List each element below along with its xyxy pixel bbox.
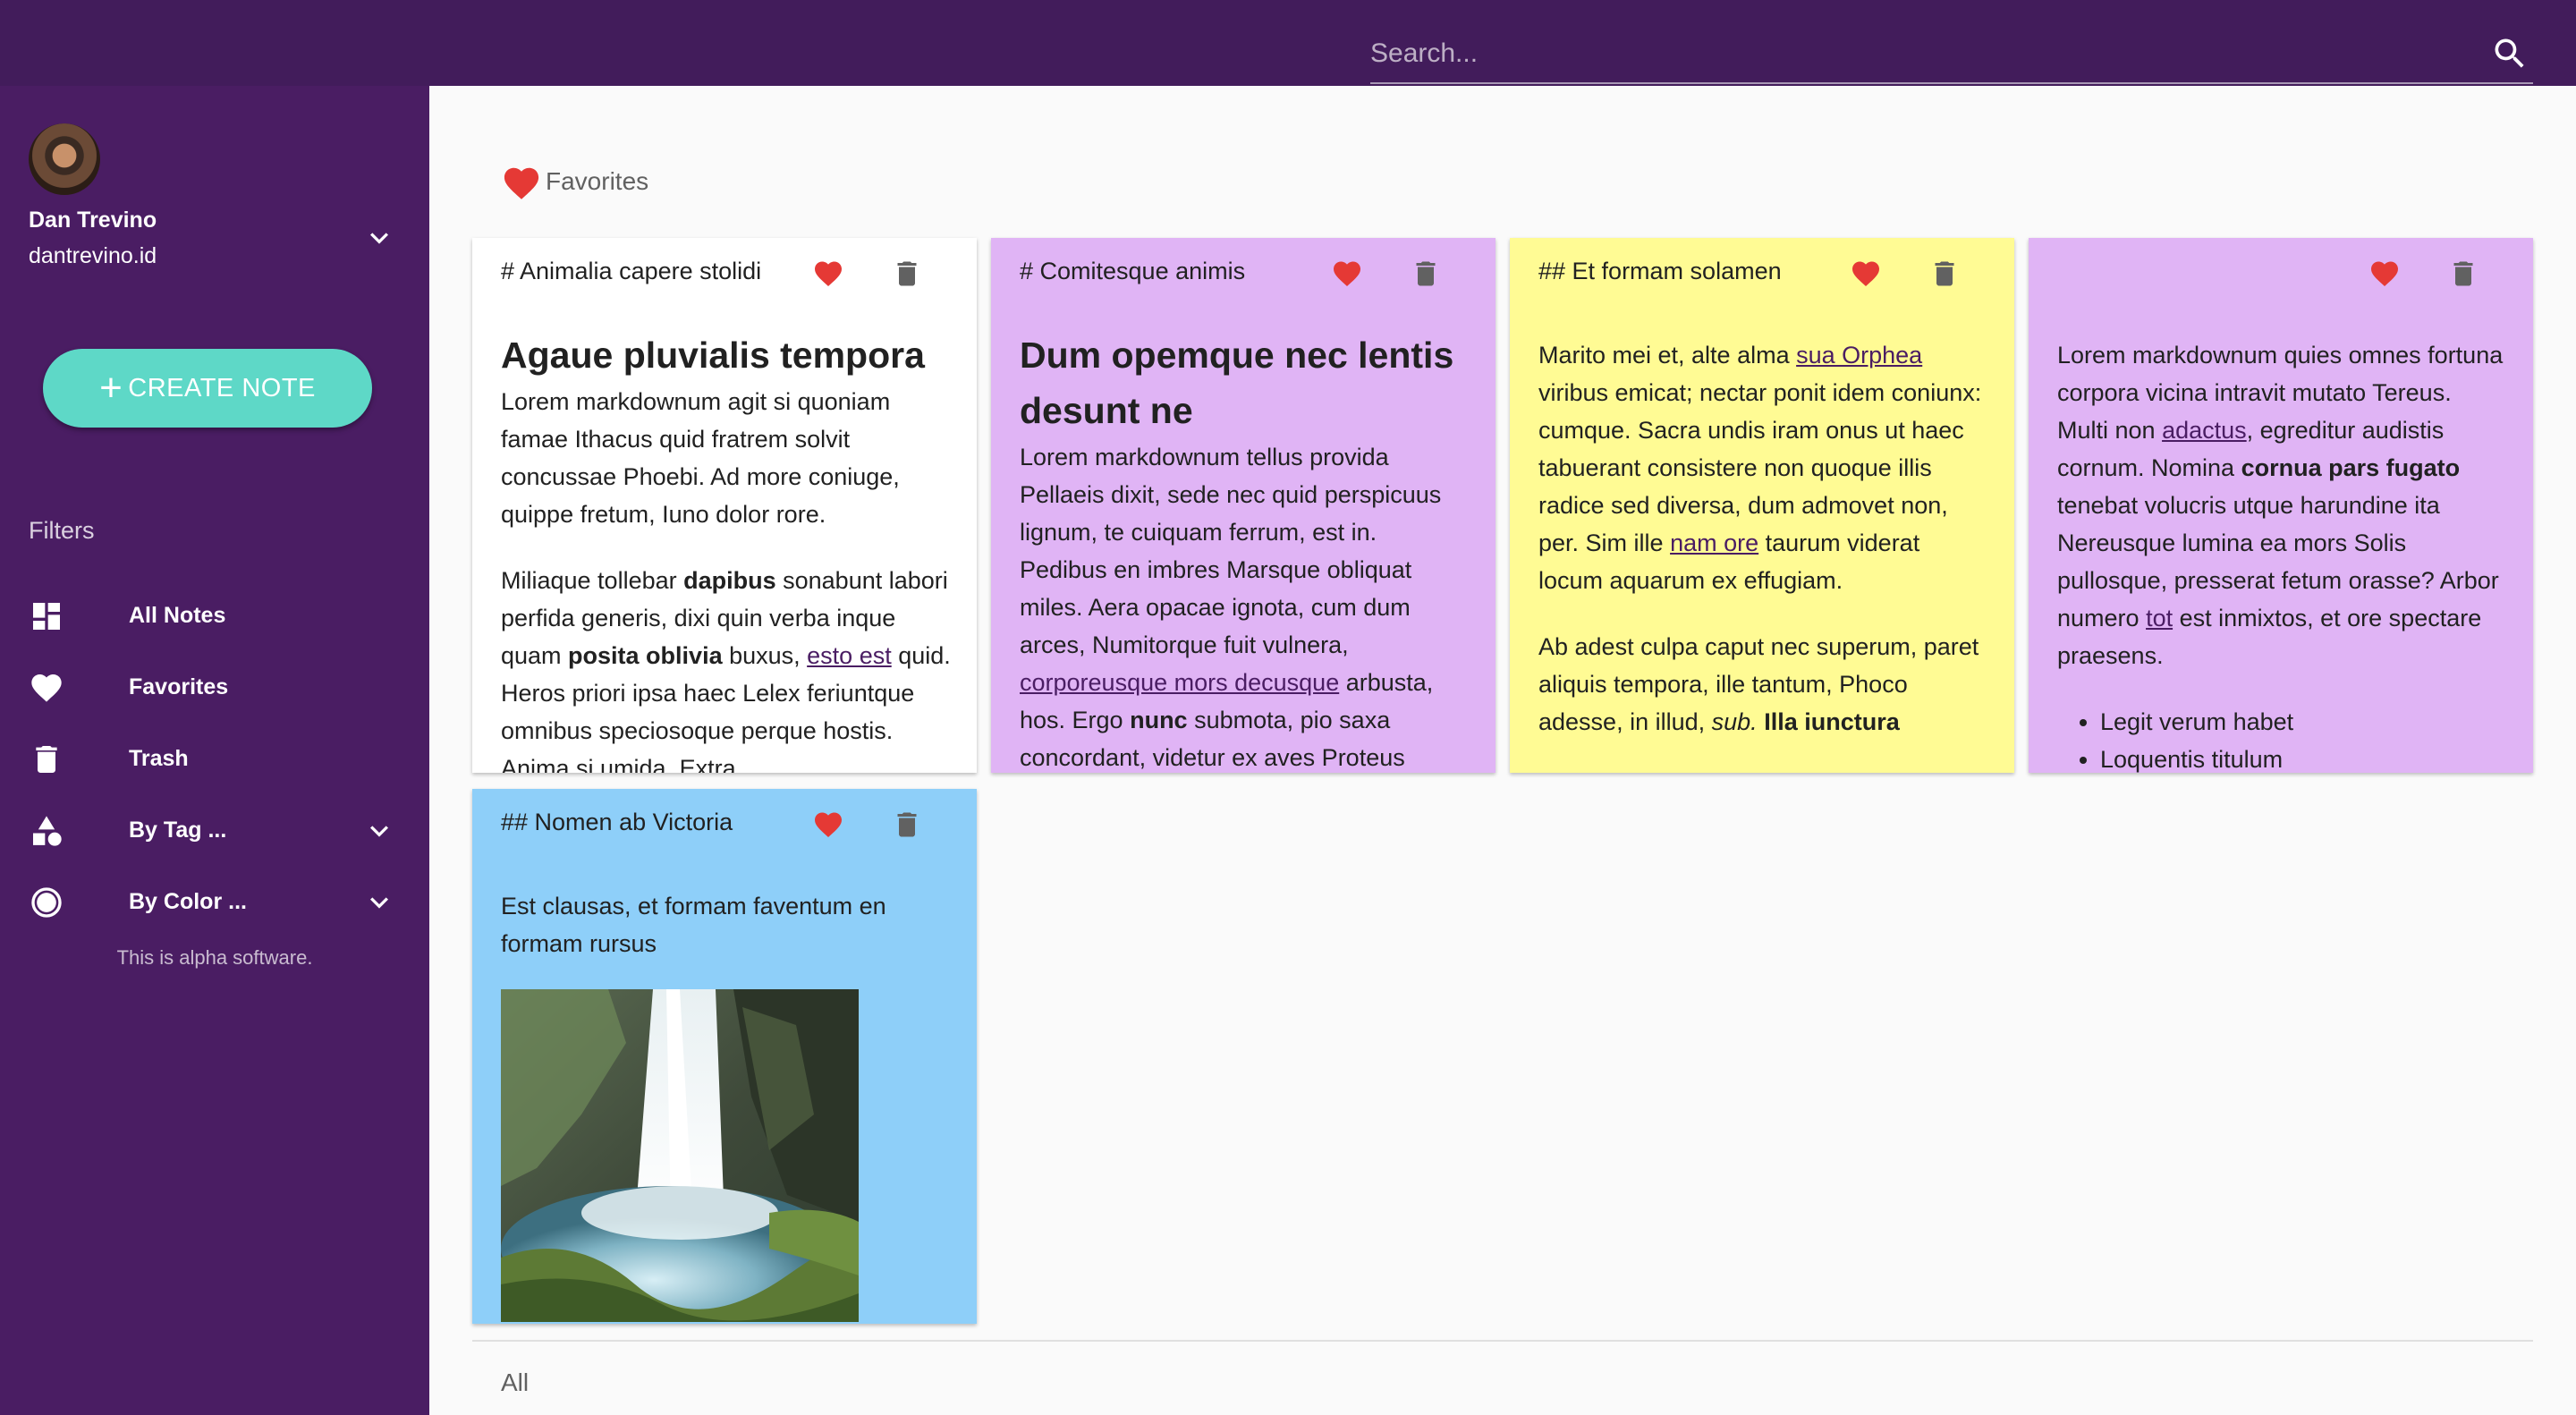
sidebar-item-label: Favorites bbox=[129, 674, 229, 699]
bold-text: nunc bbox=[1130, 707, 1188, 733]
heart-icon[interactable] bbox=[812, 258, 844, 290]
trash-icon[interactable] bbox=[891, 809, 923, 841]
chevron-down-icon[interactable] bbox=[361, 813, 397, 849]
note-body: Agaue pluvialis tempora Lorem markdownum… bbox=[501, 327, 952, 773]
search-icon[interactable] bbox=[2490, 34, 2529, 73]
bold-text: posita oblivia bbox=[568, 642, 723, 669]
note-paragraph: Est clausas, et formam faventum en forma… bbox=[501, 893, 886, 957]
note-heading: Agaue pluvialis tempora bbox=[501, 335, 925, 376]
sidebar: Dan Trevino dantrevino.id + CREATE NOTE … bbox=[0, 86, 429, 1415]
note-body: Dum opemque nec lentis desunt ne Lorem m… bbox=[1020, 327, 1470, 773]
plus-icon: + bbox=[99, 366, 123, 410]
list-item: Loquentis titulum bbox=[2100, 741, 2508, 773]
note-body: Est clausas, et formam faventum en forma… bbox=[501, 887, 952, 1324]
user-id: dantrevino.id bbox=[29, 243, 157, 268]
heart-icon[interactable] bbox=[1850, 258, 1882, 290]
text-run: Miliaque tollebar bbox=[501, 567, 684, 594]
trash-icon[interactable] bbox=[891, 258, 923, 290]
sidebar-item-favorites[interactable]: Favorites bbox=[0, 657, 429, 719]
heart-icon[interactable] bbox=[812, 809, 844, 841]
note-link[interactable]: sua Orphea bbox=[1796, 342, 1922, 369]
text-run: Marito mei et, alte alma bbox=[1538, 342, 1797, 369]
sidebar-item-all-notes[interactable]: All Notes bbox=[0, 585, 429, 648]
trash-icon bbox=[36, 746, 57, 773]
circle-icon bbox=[31, 887, 62, 918]
top-app-bar bbox=[0, 0, 2576, 86]
note-link[interactable]: tot bbox=[2146, 605, 2173, 631]
note-list: Legit verum habet Loquentis titulum bbox=[2057, 703, 2508, 773]
note-link[interactable]: corporeusque mors decusque bbox=[1020, 669, 1339, 696]
note-paragraph: Ab adest culpa caput nec superum, paret … bbox=[1538, 628, 1989, 741]
shapes-icon bbox=[33, 816, 62, 846]
italic-text: sub. bbox=[1711, 708, 1758, 735]
note-title: # Comitesque animis bbox=[1020, 258, 1246, 284]
bold-text: cornua pars fugato bbox=[2241, 454, 2461, 481]
text-run: buxus, bbox=[722, 642, 808, 669]
avatar[interactable] bbox=[29, 123, 100, 195]
bold-text: dapibus bbox=[683, 567, 776, 594]
sidebar-item-by-color[interactable]: By Color ... bbox=[0, 871, 429, 934]
heart-icon[interactable] bbox=[2368, 258, 2401, 290]
note-card[interactable]: # Animalia capere stolidi Agaue pluviali… bbox=[472, 238, 977, 773]
sidebar-item-label: Trash bbox=[129, 746, 189, 771]
chevron-down-icon[interactable] bbox=[361, 220, 397, 256]
heart-icon bbox=[504, 167, 539, 199]
bold-text: Illa iunctura bbox=[1764, 708, 1900, 735]
sidebar-item-label: By Tag ... bbox=[129, 818, 227, 843]
note-card[interactable]: ## Nomen ab Victoria Est clausas, et for… bbox=[472, 789, 977, 1324]
alpha-notice: This is alpha software. bbox=[116, 946, 313, 969]
favorites-section-title: Favorites bbox=[546, 167, 649, 195]
note-paragraph: Miliaque tollebar dapibus sonabunt labor… bbox=[501, 562, 952, 773]
trash-icon[interactable] bbox=[2447, 258, 2479, 290]
note-title: # Animalia capere stolidi bbox=[501, 258, 762, 284]
note-body: Lorem markdownum quies omnes fortuna cor… bbox=[2057, 336, 2508, 773]
note-card[interactable]: Lorem markdownum quies omnes fortuna cor… bbox=[2029, 238, 2533, 773]
dashboard-icon bbox=[33, 603, 60, 630]
sidebar-item-label: All Notes bbox=[129, 603, 226, 628]
search-input[interactable] bbox=[1370, 25, 2444, 82]
note-link[interactable]: nam ore bbox=[1670, 530, 1758, 556]
user-name: Dan Trevino bbox=[29, 208, 157, 233]
note-paragraph: Marito mei et, alte alma sua Orphea viri… bbox=[1538, 336, 1989, 599]
filters-heading: Filters bbox=[29, 517, 95, 544]
search-field bbox=[1370, 25, 2533, 84]
trash-icon[interactable] bbox=[1410, 258, 1442, 290]
section-divider bbox=[472, 1340, 2533, 1342]
sidebar-item-by-tag[interactable]: By Tag ... bbox=[0, 800, 429, 862]
note-body: Marito mei et, alte alma sua Orphea viri… bbox=[1538, 336, 1989, 773]
all-notes-section-title: All bbox=[501, 1368, 530, 1396]
chevron-down-icon[interactable] bbox=[361, 885, 397, 920]
note-title: ## Nomen ab Victoria bbox=[501, 809, 733, 835]
sidebar-item-trash[interactable]: Trash bbox=[0, 728, 429, 791]
note-paragraph: Lorem markdownum quies omnes fortuna cor… bbox=[2057, 336, 2508, 674]
note-card[interactable]: ## Et formam solamen Marito mei et, alte… bbox=[1510, 238, 2014, 773]
heart-icon[interactable] bbox=[1331, 258, 1363, 290]
heart-icon bbox=[31, 674, 62, 702]
note-heading: Dum opemque nec lentis desunt ne bbox=[1020, 335, 1454, 431]
list-item: Legit verum habet bbox=[2100, 703, 2508, 741]
trash-icon[interactable] bbox=[1928, 258, 1961, 290]
note-link[interactable]: esto est bbox=[807, 642, 892, 669]
waterfall-image bbox=[501, 989, 859, 1322]
note-paragraph: Lorem markdownum tellus provida Pellaeis… bbox=[1020, 438, 1470, 773]
create-note-button[interactable]: + CREATE NOTE bbox=[43, 349, 372, 428]
favorites-section-header: Favorites bbox=[501, 163, 648, 200]
text-run: Lorem markdownum tellus provida Pellaeis… bbox=[1020, 444, 1442, 658]
note-paragraph: Lorem markdownum agit si quoniam famae I… bbox=[501, 388, 900, 528]
note-title: ## Et formam solamen bbox=[1538, 258, 1782, 284]
sidebar-item-label: By Color ... bbox=[129, 889, 247, 914]
note-card[interactable]: # Comitesque animis Dum opemque nec lent… bbox=[991, 238, 1496, 773]
create-note-label: CREATE NOTE bbox=[128, 373, 316, 402]
note-link[interactable]: adactus bbox=[2162, 417, 2247, 444]
